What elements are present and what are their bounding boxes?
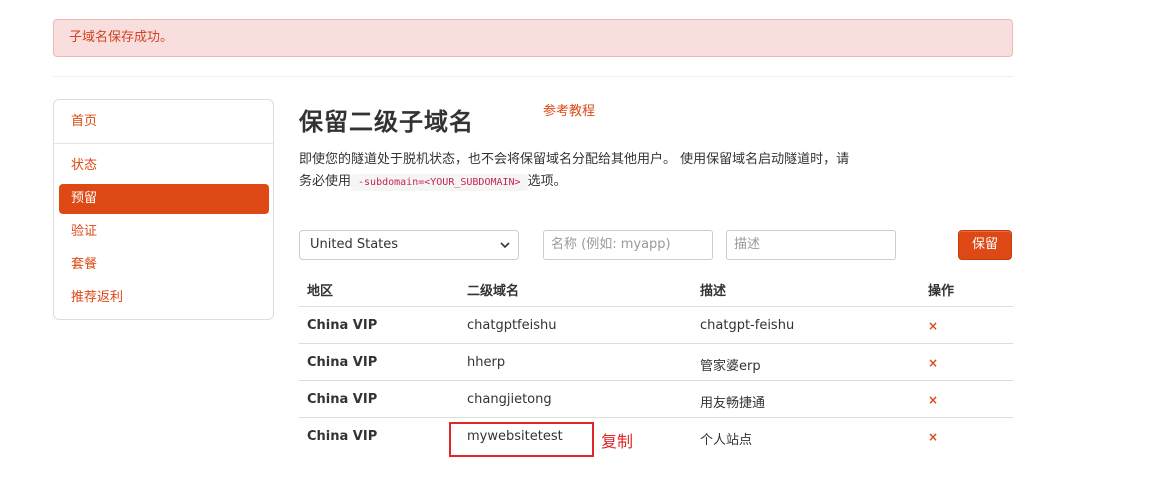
sidebar-divider [54,143,273,144]
region-select[interactable]: United States [299,230,519,260]
row-region: China VIP [307,355,378,370]
reserve-button[interactable]: 保留 [958,230,1012,260]
page-title: 保留二级子域名 [299,108,474,136]
sidebar-nav: 首页 状态 预留 验证 套餐 推荐返利 [53,99,274,320]
tutorial-link[interactable]: 参考教程 [543,100,595,119]
row-description: 个人站点 [700,433,753,448]
sidebar-item-home[interactable]: 首页 [59,107,269,137]
row-description: 管家婆erp [700,359,761,374]
table-row-divider [299,380,1013,381]
row-region: China VIP [307,392,378,407]
row-region: China VIP [307,429,378,444]
sidebar-item-verify[interactable]: 验证 [59,217,269,247]
subdomain-code: -subdomain=<YOUR_SUBDOMAIN> [351,174,528,191]
success-alert: 子域名保存成功。 [53,19,1013,57]
row-description: 用友畅捷通 [700,396,766,411]
row-region: China VIP [307,318,378,333]
row-subdomain: chatgptfeishu [467,318,557,333]
table-row-divider [299,343,1013,344]
description-input-placeholder: 描述 [734,237,761,252]
column-header-description: 描述 [700,284,727,299]
divider [53,76,1013,77]
sidebar-item-status[interactable]: 状态 [59,151,269,181]
highlight-box [449,422,594,457]
region-selected-value: United States [310,237,399,252]
row-description: chatgpt-feishu [700,318,795,333]
delete-button[interactable]: × [928,430,938,444]
delete-button[interactable]: × [928,356,938,370]
row-subdomain: hherp [467,355,506,370]
sidebar-item-referral[interactable]: 推荐返利 [59,283,269,313]
sidebar-item-plans[interactable]: 套餐 [59,250,269,280]
column-header-subdomain: 二级域名 [467,284,520,299]
table-row-divider [299,417,1013,418]
table-row-divider [299,306,1013,307]
row-subdomain: changjietong [467,392,552,407]
delete-button[interactable]: × [928,393,938,407]
sidebar-item-reserved[interactable]: 预留 [59,184,269,214]
delete-button[interactable]: × [928,319,938,333]
description-input[interactable]: 描述 [726,230,896,260]
column-header-actions: 操作 [928,284,955,299]
column-header-region: 地区 [307,284,334,299]
copy-annotation: 复制 [601,432,634,451]
name-input[interactable]: 名称 (例如: myapp) [543,230,713,260]
page-description: 即使您的隧道处于脱机状态，也不会将保留域名分配给其他用户。 使用保留域名启动隧道… [299,149,859,194]
chevron-down-icon [500,242,510,249]
description-tail: 选项。 [527,174,567,189]
alert-message: 子域名保存成功。 [69,30,174,45]
name-input-placeholder: 名称 (例如: myapp) [551,237,671,252]
